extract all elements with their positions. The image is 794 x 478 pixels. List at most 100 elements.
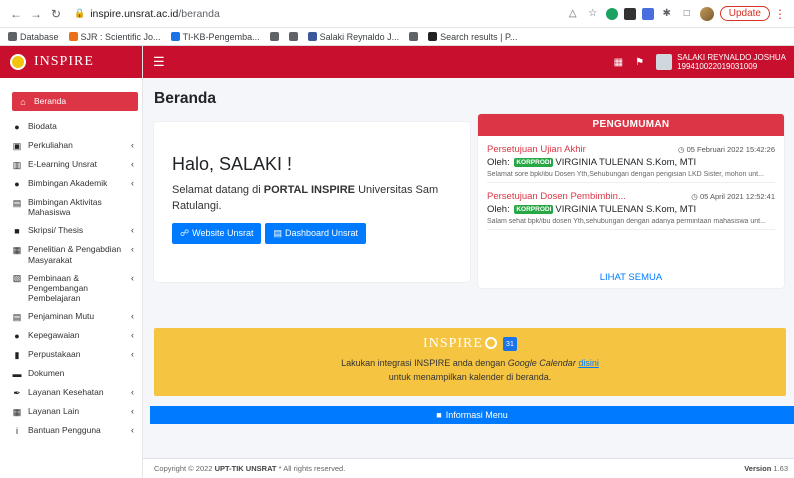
share-icon[interactable]: △ [566, 7, 580, 21]
sidebar-item-bantuan-pengguna[interactable]: i Bantuan Pengguna ‹ [0, 421, 142, 440]
bookmark-icon [8, 32, 17, 41]
brand[interactable]: INSPIRE [0, 46, 142, 78]
forward-icon[interactable]: → [28, 7, 44, 21]
extension-blue-icon[interactable] [641, 7, 654, 20]
sidebar-item-label: Beranda [34, 96, 67, 106]
sidebar-item-dokumen[interactable]: ▬ Dokumen [0, 364, 142, 383]
page-title: Beranda [154, 90, 217, 107]
bookmark-item[interactable]: TI-KB-Pengemba... [170, 32, 260, 42]
user-menu[interactable]: SALAKI REYNALDO JOSHUA 19941002201903100… [656, 53, 786, 71]
users-icon: ● [14, 178, 20, 189]
sidebar-item-penelitian-pengabdian-masyarakat[interactable]: ▦ Penelitian & Pengabdian Masyarakat ‹ [0, 240, 142, 268]
sidebar-item-penjaminan-mutu[interactable]: ▤ Penjaminan Mutu ‹ [0, 307, 142, 326]
announcements-header: PENGUMUMAN [478, 114, 784, 136]
address-bar[interactable]: 🔒 inspire.unsrat.ac.id/beranda [74, 8, 220, 20]
website-unsrat-label: Website Unsrat [192, 228, 254, 239]
bookmark-icon: ▮ [14, 349, 20, 360]
extension-dark-icon[interactable] [623, 7, 636, 20]
sidebar-item-bimbingan-aktivitas-mahasiswa[interactable]: ▤ Bimbingan Aktivitas Mahasiswa [0, 193, 142, 221]
top-navbar: ☰ ▦ ⚑ SALAKI REYNALDO JOSHUA 19941002201… [143, 46, 794, 78]
star-icon[interactable]: ☆ [586, 7, 600, 21]
profile-avatar[interactable] [699, 6, 714, 21]
bookmark-icon [409, 32, 419, 41]
lock-icon: 🔒 [74, 8, 86, 18]
clock-icon: ◷ [691, 192, 698, 201]
calendar-icon[interactable]: ▦ [614, 57, 623, 68]
flag-icon[interactable]: ⚑ [635, 57, 644, 68]
sidebar-item-kepegawaian[interactable]: ● Kepegawaian ‹ [0, 326, 142, 345]
gcal-link[interactable]: disini [578, 358, 599, 368]
back-icon[interactable]: ← [8, 7, 24, 21]
chevron-left-icon: ‹ [131, 225, 134, 236]
sidebar-item-e-learning-unsrat[interactable]: ▥ E-Learning Unsrat ‹ [0, 155, 142, 174]
sidepanel-icon[interactable]: □ [680, 7, 694, 21]
see-all-link[interactable]: LIHAT SEMUA [478, 272, 784, 283]
announcement-date: ◷ 05 Februari 2022 15:42:26 [678, 145, 775, 154]
bookmark-item[interactable]: Search results | P... [428, 32, 517, 42]
sidebar-item-perkuliahan[interactable]: ▣ Perkuliahan ‹ [0, 136, 142, 155]
brand-name: INSPIRE [34, 54, 94, 69]
info-icon: i [16, 425, 18, 436]
sidebar-item-layanan-lain[interactable]: ▦ Layanan Lain ‹ [0, 402, 142, 421]
announcement-by-label: Oleh: [487, 204, 510, 215]
reload-icon[interactable]: ↻ [48, 7, 64, 21]
th-icon: ▦ [12, 406, 22, 417]
sidebar-item-pembinaan-pengembangan-pembelajaran[interactable]: ▧ Pembinaan & Pengembangan Pembelajaran ‹ [0, 269, 142, 308]
welcome-card: Halo, SALAKI ! Selamat datang di PORTAL … [154, 122, 470, 282]
sidebar-item-bimbingan-akademik[interactable]: ● Bimbingan Akademik ‹ [0, 174, 142, 193]
google-calendar-banner: INSPIRE 31 Lakukan integrasi INSPIRE and… [154, 328, 786, 396]
bookmark-item[interactable]: Salaki Reynaldo J... [307, 32, 399, 42]
greeting: Halo, SALAKI ! [172, 154, 293, 174]
copyright-post: * All rights reserved. [276, 464, 346, 473]
bookmark-icon [428, 32, 438, 41]
sidebar-item-label: Perkuliahan [28, 140, 73, 150]
gcal-text-italic: Google Calendar [507, 358, 576, 368]
gcal-text: Lakukan integrasi INSPIRE anda dengan Go… [154, 357, 786, 384]
copyright-org[interactable]: UPT-TIK UNSRAT [215, 464, 277, 473]
announcement-author-name: VIRGINIA TULENAN S.Kom, MTI [555, 157, 697, 168]
footer: Copyright © 2022 UPT-TIK UNSRAT * All ri… [143, 458, 794, 478]
bookmark-icon [170, 32, 180, 41]
chalkboard-icon: ▣ [12, 140, 22, 151]
announcement-title[interactable]: Persetujuan Dosen Pembimbin... [487, 191, 626, 202]
bookmark-item[interactable] [409, 32, 419, 41]
sidebar-item-label: Layanan Kesehatan [28, 387, 104, 398]
user-tie-icon: ● [14, 330, 20, 341]
version: Version 1.63 [744, 464, 788, 473]
chevron-left-icon: ‹ [131, 387, 134, 398]
update-button[interactable]: Update [719, 6, 770, 21]
sidebar-item-beranda[interactable]: ⌂ Beranda [12, 92, 138, 111]
sidebar-item-label: E-Learning Unsrat [28, 159, 97, 169]
bookmark-item[interactable] [288, 32, 298, 41]
info-menu-button[interactable]: ■ Informasi Menu [150, 406, 794, 424]
bookmark-item[interactable]: SJR : Scientific Jo... [68, 31, 161, 42]
chevron-left-icon: ‹ [131, 330, 134, 341]
bookmark-label: SJR : Scientific Jo... [80, 31, 161, 42]
book-icon: ■ [14, 225, 20, 236]
user-icon: ● [14, 121, 20, 132]
chevron-left-icon: ‹ [131, 349, 134, 360]
sidebar-item-skripsi-thesis[interactable]: ■ Skripsi/ Thesis ‹ [0, 221, 142, 240]
gcal-text-line2: untuk menampilkan kalender di beranda. [388, 371, 552, 382]
announcement-date-text: 05 April 2021 12:52:41 [699, 192, 775, 201]
gcal-text-pre: Lakukan integrasi INSPIRE anda dengan [341, 358, 508, 368]
bookmark-item[interactable]: Database [8, 32, 59, 42]
bookmark-icon [68, 32, 78, 41]
bookmark-item[interactable] [269, 32, 279, 41]
announcement-item[interactable]: Persetujuan Ujian Akhir ◷ 05 Februari 202… [487, 136, 775, 183]
announcement-title[interactable]: Persetujuan Ujian Akhir [487, 144, 586, 155]
browser-menu-icon[interactable]: ⋮ [774, 7, 786, 21]
website-unsrat-button[interactable]: ☍ Website Unsrat [172, 222, 262, 244]
dashboard-unsrat-button[interactable]: ▤ Dashboard Unsrat [265, 222, 367, 244]
announcements-list[interactable]: Persetujuan Ujian Akhir ◷ 05 Februari 202… [478, 136, 784, 266]
bookmark-icon [307, 32, 317, 41]
extension-green-icon[interactable] [605, 7, 618, 20]
google-calendar-icon: 31 [502, 337, 517, 351]
sidebar-item-biodata[interactable]: ● Biodata [0, 117, 142, 136]
sidebar-item-perpustakaan[interactable]: ▮ Perpustakaan ‹ [0, 345, 142, 364]
announcement-item[interactable]: Persetujuan Dosen Pembimbin... ◷ 05 April… [487, 183, 775, 230]
hamburger-icon[interactable]: ☰ [153, 54, 165, 70]
sidebar-item-layanan-kesehatan[interactable]: ✒ Layanan Kesehatan ‹ [0, 383, 142, 402]
chevron-left-icon: ‹ [131, 140, 134, 150]
puzzle-icon[interactable]: ✱ [660, 7, 674, 21]
